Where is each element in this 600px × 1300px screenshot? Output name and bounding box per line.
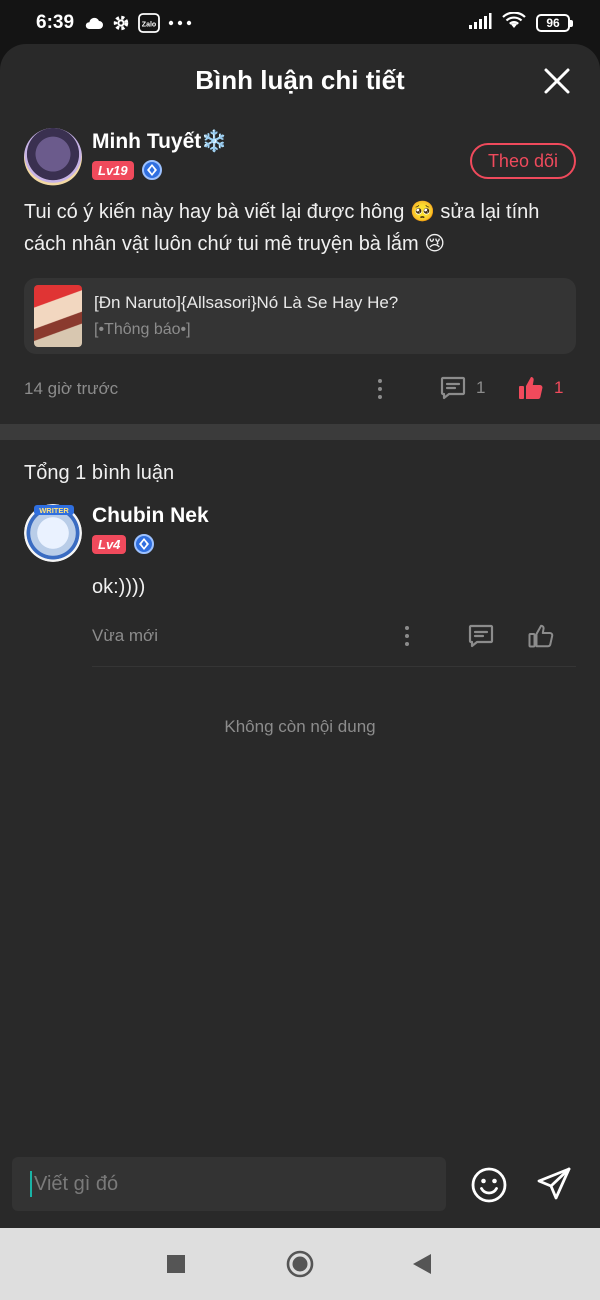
circle-icon xyxy=(286,1250,314,1278)
author-info: Minh Tuyết❄️ Lv19 xyxy=(92,116,227,180)
svg-text:WRITER: WRITER xyxy=(39,506,69,515)
avatar[interactable] xyxy=(24,128,82,186)
reply-body: ok:)))) Vừa mới xyxy=(92,576,576,667)
back-triangle-icon xyxy=(413,1254,431,1274)
level-badge: Lv4 xyxy=(92,534,127,554)
reply-timestamp: Vừa mới xyxy=(92,625,158,645)
section-divider xyxy=(0,424,600,440)
page-title: Bình luận chi tiết xyxy=(195,64,405,95)
send-icon xyxy=(537,1167,571,1200)
story-info: [Đn Naruto]{Allsasori}Nó Là Se Hay He? [… xyxy=(94,293,398,339)
author-name[interactable]: Chubin Nek xyxy=(92,504,209,528)
author-info: Chubin Nek Lv4 xyxy=(92,502,209,564)
reply-count: 1 xyxy=(476,378,486,397)
reply-button[interactable]: 1 xyxy=(440,376,485,400)
svg-text:Zalo: Zalo xyxy=(142,22,156,29)
list-item: WRITER Chubin Nek Lv4 ok:)))) Vừa mới xyxy=(24,502,576,667)
reply-author-row: WRITER Chubin Nek Lv4 xyxy=(24,502,576,564)
level-badge: Lv19 xyxy=(92,160,134,180)
status-bar: 6:39 Zalo 96 xyxy=(0,0,600,46)
back-button[interactable] xyxy=(412,1253,432,1280)
cloud-icon xyxy=(84,16,104,30)
emoji-button[interactable] xyxy=(470,1166,508,1204)
thumbs-up-filled-icon xyxy=(519,377,543,399)
home-button[interactable] xyxy=(286,1250,314,1283)
reply-meta-row: Vừa mới xyxy=(92,605,576,667)
more-options-icon[interactable] xyxy=(404,626,410,646)
sheet-header: Bình luận chi tiết xyxy=(0,44,600,116)
thumbs-up-icon xyxy=(528,624,554,648)
more-options-icon[interactable] xyxy=(377,379,383,399)
replies-section: Tổng 1 bình luận WRITER Chubin Nek Lv4 o… xyxy=(0,462,600,737)
badges: Lv19 xyxy=(92,160,227,180)
status-time: 6:39 xyxy=(36,12,75,33)
text-caret xyxy=(30,1171,32,1197)
like-count: 1 xyxy=(554,378,564,397)
wifi-icon xyxy=(502,11,526,35)
comment-input-bar: Viết gì đó xyxy=(0,1140,600,1228)
close-icon xyxy=(544,68,570,94)
more-notifications-icon xyxy=(168,20,192,26)
like-button[interactable]: 1 xyxy=(518,375,563,401)
settings-gear-icon xyxy=(112,14,130,32)
verified-diamond-icon xyxy=(141,160,162,180)
smiley-icon xyxy=(471,1167,507,1203)
comment-input[interactable]: Viết gì đó xyxy=(12,1157,446,1211)
author-name[interactable]: Minh Tuyết❄️ xyxy=(92,130,227,154)
comment-icon xyxy=(440,376,466,400)
signal-icon xyxy=(468,12,492,35)
square-icon xyxy=(167,1255,185,1273)
story-subtitle: [•Thông báo•] xyxy=(94,321,191,338)
battery-indicator: 96 xyxy=(536,14,573,32)
story-card[interactable]: [Đn Naruto]{Allsasori}Nó Là Se Hay He? [… xyxy=(24,278,576,354)
zalo-icon: Zalo xyxy=(138,13,160,33)
avatar[interactable]: WRITER xyxy=(24,504,82,562)
story-thumbnail xyxy=(34,285,82,347)
comment-icon xyxy=(468,624,494,648)
reply-button[interactable] xyxy=(468,624,494,648)
main-comment: Minh Tuyết❄️ Lv19 Theo dõi Tui có ý kiến… xyxy=(0,116,600,424)
end-of-list-label: Không còn nội dung xyxy=(224,717,376,736)
writer-frame-label: WRITER xyxy=(34,505,74,515)
badges: Lv4 xyxy=(92,534,209,554)
post-meta-row: 14 giờ trước 1 1 xyxy=(24,354,576,424)
comment-text: Tui có ý kiến này hay bà viết lại được h… xyxy=(24,201,540,255)
send-button[interactable] xyxy=(536,1166,572,1202)
story-title: [Đn Naruto]{Allsasori}Nó Là Se Hay He? xyxy=(94,293,399,312)
comment-detail-sheet: Bình luận chi tiết Minh Tuyết❄️ Lv19 The… xyxy=(0,44,600,1228)
system-navigation-bar xyxy=(0,1228,600,1300)
like-button[interactable] xyxy=(528,623,554,649)
verified-diamond-icon xyxy=(134,534,155,554)
close-button[interactable] xyxy=(542,66,572,96)
total-replies-label: Tổng 1 bình luận xyxy=(24,462,175,484)
reply-text: ok:)))) xyxy=(92,576,146,598)
recents-button[interactable] xyxy=(166,1254,186,1279)
post-timestamp: 14 giờ trước xyxy=(24,379,119,398)
follow-button[interactable]: Theo dõi xyxy=(469,143,576,179)
comment-input-placeholder: Viết gì đó xyxy=(34,1172,119,1195)
